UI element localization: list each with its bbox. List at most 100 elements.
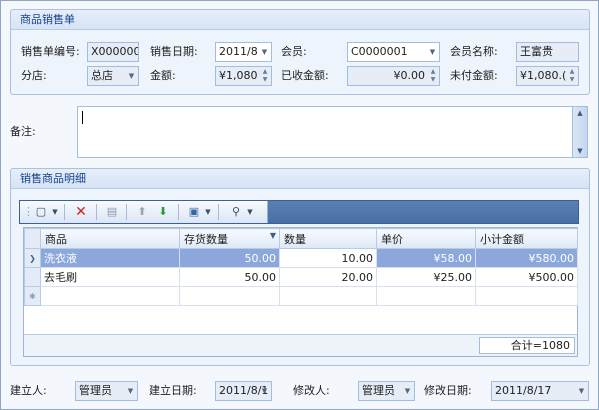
modifier-select[interactable]: 管理员 ▼ <box>358 381 415 401</box>
cell-qty[interactable]: 10.00 <box>279 248 377 268</box>
save-icon[interactable]: ▣ <box>186 204 202 220</box>
chevron-down-icon[interactable]: ▼ <box>258 43 271 61</box>
chevron-down-icon[interactable]: ▼ <box>125 67 138 85</box>
scroll-down-icon[interactable]: ▼ <box>573 145 587 157</box>
chevron-down-icon[interactable]: ▼ <box>401 382 414 400</box>
sale-date-value: 2011/8 <box>219 45 258 58</box>
chevron-down-icon[interactable]: ▼ <box>426 43 439 61</box>
toolbar-separator <box>126 204 127 220</box>
column-header-product[interactable]: 商品 <box>40 228 180 249</box>
table-header-row: 商品 存货数量 ▼ 数量 单价 小计金额 <box>24 228 578 249</box>
remarks-textarea[interactable]: ▲ ▼ <box>77 106 588 158</box>
new-doc-icon[interactable]: ▢ <box>33 204 49 220</box>
member-label: 会员: <box>281 45 307 58</box>
new-row-icon: ✱ <box>24 286 41 306</box>
chevron-down-icon[interactable]: ▼ <box>204 204 212 220</box>
cell-subtotal-new[interactable] <box>475 286 578 306</box>
cell-price[interactable]: ¥58.00 <box>376 248 476 268</box>
cell-stock[interactable]: 50.00 <box>179 267 280 287</box>
filter-icon[interactable]: ▼ <box>270 231 276 240</box>
cell-product[interactable]: 洗衣液 <box>40 248 180 268</box>
chevron-down-icon[interactable]: ▼ <box>51 204 59 220</box>
modified-date-label: 修改日期: <box>424 384 472 397</box>
cell-qty[interactable]: 20.00 <box>279 267 377 287</box>
find-icon[interactable]: ⚲ <box>228 204 244 220</box>
order-no-label: 销售单编号: <box>21 45 80 58</box>
scroll-up-icon[interactable]: ▲ <box>573 107 587 119</box>
chevron-down-icon[interactable]: ▼ <box>258 382 271 400</box>
unpaid-label: 未付金额: <box>450 69 498 82</box>
creator-label: 建立人: <box>10 384 47 397</box>
move-up-icon[interactable]: ⬆ <box>134 204 150 220</box>
order-no-field[interactable]: X000000 <box>87 42 139 62</box>
toolbar-separator <box>178 204 179 220</box>
member-select[interactable]: C0000001 ▼ <box>347 42 440 62</box>
cell-price-new[interactable] <box>376 286 476 306</box>
cell-qty-new[interactable] <box>279 286 377 306</box>
cell-stock-new[interactable] <box>179 286 280 306</box>
toolbar-strip: ⋮ ▢ ▼ ✕ ▤ ⬆ ⬇ ▣ ▼ ⚲ ▼ <box>20 201 268 223</box>
text-caret <box>82 111 83 124</box>
branch-label: 分店: <box>21 69 47 82</box>
modifier-value: 管理员 <box>362 384 395 397</box>
amount-value: ¥1,080 <box>219 69 258 82</box>
grid-footer: 合计=1080 <box>24 334 577 356</box>
chevron-down-icon[interactable]: ▼ <box>575 382 588 400</box>
modifier-label: 修改人: <box>293 384 330 397</box>
modified-date-value: 2011/8/17 <box>495 384 552 397</box>
creator-value: 管理员 <box>79 384 112 397</box>
modified-date-picker[interactable]: 2011/8/17 ▼ <box>491 381 589 401</box>
move-down-icon[interactable]: ⬇ <box>155 204 171 220</box>
toolbar-separator <box>64 204 65 220</box>
table-row[interactable]: ❯ 洗衣液 50.00 10.00 ¥58.00 ¥580.00 <box>24 248 578 268</box>
edit-icon[interactable]: ▤ <box>104 204 120 220</box>
remarks-label: 备注: <box>10 125 36 138</box>
member-name-label: 会员名称: <box>450 45 498 58</box>
row-indicator <box>24 267 41 287</box>
branch-value: 总店 <box>91 69 113 82</box>
member-name-field[interactable]: 王富贵 <box>516 42 579 62</box>
group-title-sales-order: 商品销售单 <box>11 10 589 30</box>
cell-product[interactable]: 去毛刷 <box>40 267 180 287</box>
amount-label: 金额: <box>150 69 176 82</box>
member-value: C0000001 <box>351 45 408 58</box>
chevron-down-icon[interactable]: ▼ <box>124 382 137 400</box>
unpaid-value: ¥1,080.( <box>520 69 567 82</box>
toolbar-separator <box>218 204 219 220</box>
column-header-subtotal[interactable]: 小计金额 <box>475 228 578 249</box>
cell-subtotal[interactable]: ¥500.00 <box>475 267 578 287</box>
cell-product-new[interactable] <box>40 286 180 306</box>
received-value: ¥0.00 <box>393 69 426 82</box>
unpaid-field[interactable]: ¥1,080.( ▲ ▼ <box>516 66 579 86</box>
spin-icon[interactable]: ▲ ▼ <box>567 68 577 84</box>
chevron-down-icon[interactable]: ▼ <box>246 204 254 220</box>
detail-toolbar: ⋮ ▢ ▼ ✕ ▤ ⬆ ⬇ ▣ ▼ ⚲ ▼ <box>19 200 579 224</box>
column-header-price[interactable]: 单价 <box>376 228 476 249</box>
column-header-stock-label: 存货数量 <box>184 232 228 246</box>
creator-select[interactable]: 管理员 ▼ <box>75 381 138 401</box>
remarks-scrollbar[interactable]: ▲ ▼ <box>572 107 587 157</box>
column-header-stock[interactable]: 存货数量 ▼ <box>179 228 280 249</box>
received-label: 已收金额: <box>281 69 329 82</box>
new-row[interactable]: ✱ <box>24 286 578 306</box>
grip-icon: ⋮ <box>23 205 34 218</box>
cell-stock[interactable]: 50.00 <box>179 248 280 268</box>
spin-icon[interactable]: ▲ ▼ <box>260 68 270 84</box>
table-row[interactable]: 去毛刷 50.00 20.00 ¥25.00 ¥500.00 <box>24 267 578 287</box>
created-date-picker[interactable]: 2011/8/1 ▼ <box>215 381 272 401</box>
detail-table: 商品 存货数量 ▼ 数量 单价 小计金额 ❯ 洗衣液 50.00 10.00 ¥… <box>24 228 578 306</box>
spin-icon[interactable]: ▲ ▼ <box>428 68 438 84</box>
column-header-qty[interactable]: 数量 <box>279 228 377 249</box>
sale-date-picker[interactable]: 2011/8 ▼ <box>215 42 272 62</box>
detail-grid: 商品 存货数量 ▼ 数量 单价 小计金额 ❯ 洗衣液 50.00 10.00 ¥… <box>23 227 578 357</box>
created-date-label: 建立日期: <box>149 384 197 397</box>
amount-field[interactable]: ¥1,080 ▲ ▼ <box>215 66 272 86</box>
branch-select[interactable]: 总店 ▼ <box>87 66 139 86</box>
cell-price[interactable]: ¥25.00 <box>376 267 476 287</box>
cell-subtotal[interactable]: ¥580.00 <box>475 248 578 268</box>
received-field[interactable]: ¥0.00 ▲ ▼ <box>347 66 440 86</box>
group-title-sales-detail: 销售商品明细 <box>11 169 589 189</box>
delete-icon[interactable]: ✕ <box>72 204 90 220</box>
total-summary: 合计=1080 <box>479 337 575 354</box>
sales-order-window: 商品销售单 销售单编号: X000000 销售日期: 2011/8 ▼ 会员: … <box>0 0 599 410</box>
